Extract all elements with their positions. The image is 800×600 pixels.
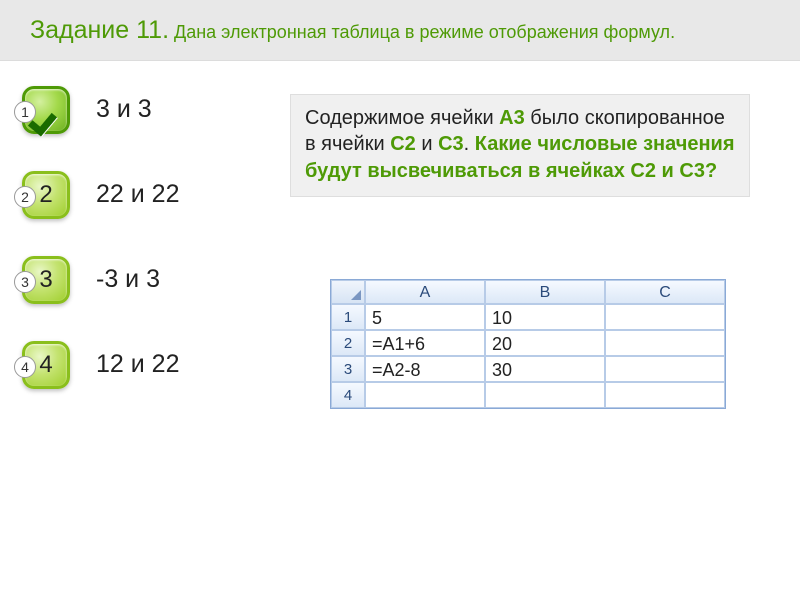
cell[interactable]: =A2-8: [365, 356, 485, 382]
cell[interactable]: 30: [485, 356, 605, 382]
content-area: 1 3 и 3 2 2 22 и 22 3 3 -3 и 3 4 4 12 и …: [0, 61, 800, 71]
cell-ref: А3: [499, 107, 525, 129]
table-row: 4: [331, 382, 725, 408]
cell[interactable]: [365, 382, 485, 408]
table-row: 1 5 10: [331, 304, 725, 330]
cell-ref: С3: [679, 160, 705, 182]
cell-ref: С2: [390, 133, 416, 155]
q-bold: и: [656, 160, 679, 182]
answer-text: -3 и 3: [96, 265, 160, 294]
question-box: Содержимое ячейки А3 было скопированное …: [290, 94, 750, 197]
answer-option: 2 2 22 и 22: [22, 171, 179, 219]
cell-ref: С2: [630, 160, 656, 182]
answer-badge: 1: [14, 101, 36, 123]
select-all-corner[interactable]: [331, 280, 365, 304]
table-row: 3 =A2-8 30: [331, 356, 725, 382]
q-bold: ?: [705, 160, 717, 182]
q-text: Содержимое ячейки: [305, 107, 499, 129]
cell[interactable]: [605, 356, 725, 382]
answer-button-4[interactable]: 4 4: [22, 341, 70, 389]
answer-option: 1 3 и 3: [22, 86, 179, 134]
cell[interactable]: 20: [485, 330, 605, 356]
header-row: A B C: [331, 280, 725, 304]
answer-button-label: 4: [39, 351, 52, 379]
row-header[interactable]: 4: [331, 382, 365, 408]
row-header[interactable]: 2: [331, 330, 365, 356]
col-header[interactable]: B: [485, 280, 605, 304]
q-text: .: [464, 133, 475, 155]
answer-button-3[interactable]: 3 3: [22, 256, 70, 304]
cell[interactable]: [485, 382, 605, 408]
answer-button-2[interactable]: 2 2: [22, 171, 70, 219]
cell[interactable]: =A1+6: [365, 330, 485, 356]
answer-text: 22 и 22: [96, 180, 179, 209]
answer-button-label: 2: [39, 181, 52, 209]
slide-header: Задание 11. Дана электронная таблица в р…: [0, 0, 800, 61]
answer-badge: 4: [14, 356, 36, 378]
col-header[interactable]: A: [365, 280, 485, 304]
row-header[interactable]: 3: [331, 356, 365, 382]
row-header[interactable]: 1: [331, 304, 365, 330]
answer-text: 3 и 3: [96, 95, 152, 124]
answer-option: 3 3 -3 и 3: [22, 256, 179, 304]
answer-option: 4 4 12 и 22: [22, 341, 179, 389]
answer-badge: 3: [14, 271, 36, 293]
cell[interactable]: [605, 304, 725, 330]
answer-button-1[interactable]: 1: [22, 86, 70, 134]
answer-text: 12 и 22: [96, 350, 179, 379]
task-number: Задание 11.: [30, 16, 169, 44]
answer-list: 1 3 и 3 2 2 22 и 22 3 3 -3 и 3 4 4 12 и …: [22, 86, 179, 426]
title-rest: Дана электронная таблица в режиме отобра…: [169, 22, 675, 42]
q-text: и: [416, 133, 438, 155]
spreadsheet: A B C 1 5 10 2 =A1+6 20 3 =A2-8 30 4: [330, 279, 726, 409]
table-row: 2 =A1+6 20: [331, 330, 725, 356]
cell[interactable]: [605, 330, 725, 356]
cell-ref: С3: [438, 133, 464, 155]
title: Задание 11. Дана электронная таблица в р…: [30, 14, 764, 48]
cell[interactable]: [605, 382, 725, 408]
cell[interactable]: 10: [485, 304, 605, 330]
answer-badge: 2: [14, 186, 36, 208]
cell[interactable]: 5: [365, 304, 485, 330]
col-header[interactable]: C: [605, 280, 725, 304]
answer-button-label: 3: [39, 266, 52, 294]
